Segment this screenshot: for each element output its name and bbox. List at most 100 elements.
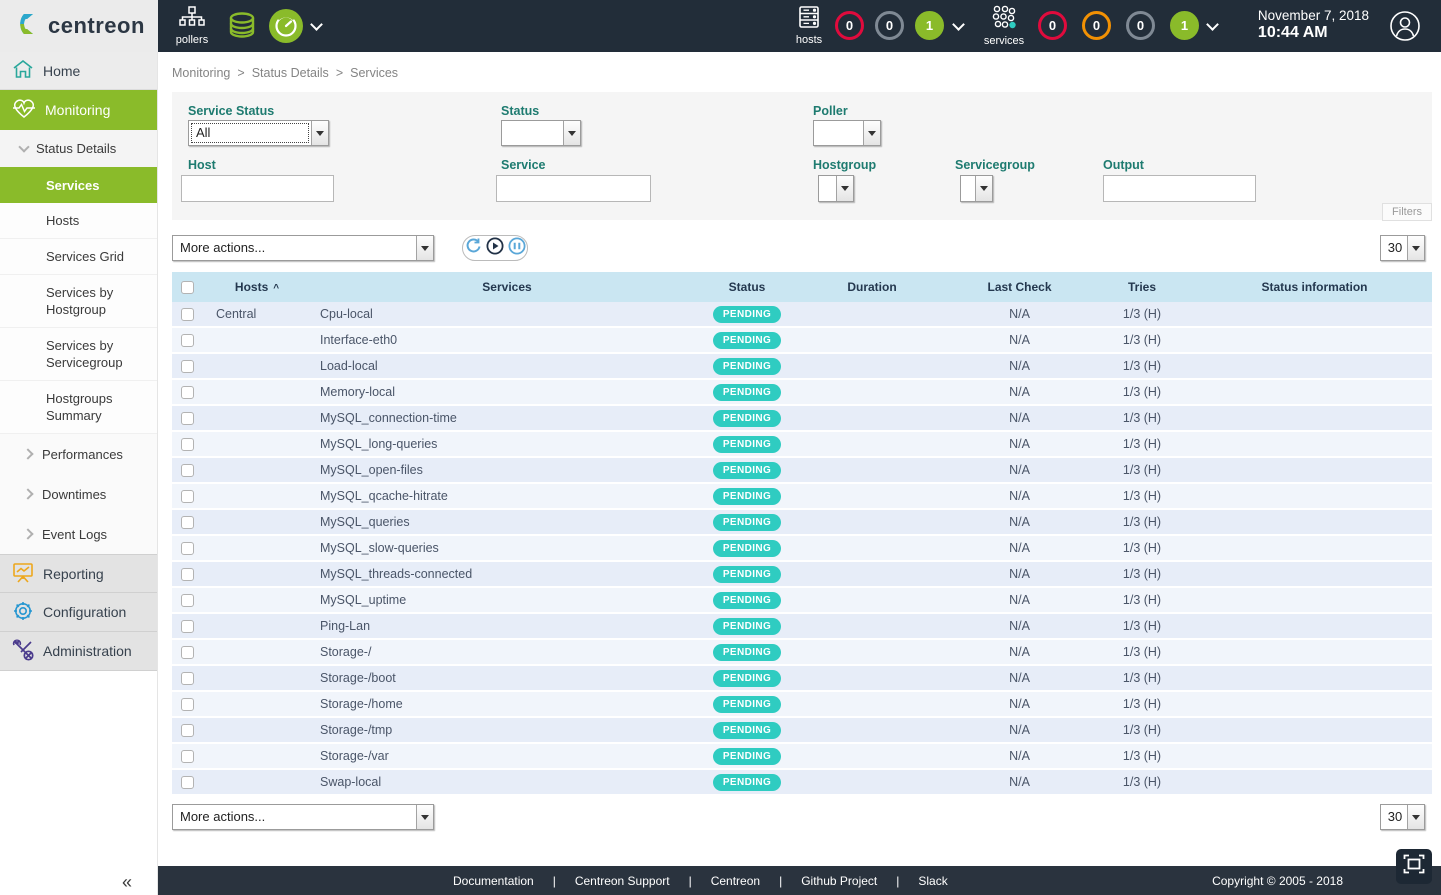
row-checkbox[interactable] [181, 646, 194, 659]
refresh-icon[interactable] [465, 237, 482, 259]
service-cell[interactable]: Load-local [312, 359, 702, 373]
poller-select[interactable] [813, 120, 881, 146]
footer-link[interactable]: Slack [918, 874, 947, 888]
sidebar-item-services[interactable]: Services [0, 167, 157, 203]
row-checkbox[interactable] [181, 490, 194, 503]
output-input[interactable] [1103, 175, 1256, 202]
breadcrumb-status-details[interactable]: Status Details [252, 66, 329, 80]
page-size-select-bottom[interactable]: 30 [1380, 804, 1425, 830]
play-icon[interactable] [486, 237, 504, 260]
host-input[interactable] [181, 175, 334, 202]
column-header-duration[interactable]: Duration [792, 280, 952, 294]
service-cell[interactable]: Storage-/home [312, 697, 702, 711]
row-checkbox[interactable] [181, 672, 194, 685]
row-checkbox[interactable] [181, 438, 194, 451]
service-cell[interactable]: Ping-Lan [312, 619, 702, 633]
service-cell[interactable]: MySQL_slow-queries [312, 541, 702, 555]
breadcrumb-monitoring[interactable]: Monitoring [172, 66, 230, 80]
column-header-status-information[interactable]: Status information [1197, 280, 1432, 294]
sidebar-item-performances[interactable]: Performances [0, 434, 157, 474]
sidebar-item-home[interactable]: Home [0, 52, 157, 90]
pause-icon[interactable] [508, 237, 526, 260]
row-checkbox[interactable] [181, 776, 194, 789]
footer-link[interactable]: Github Project [801, 874, 877, 888]
service-cell[interactable]: MySQL_qcache-hitrate [312, 489, 702, 503]
services-unknown-counter[interactable]: 0 [1126, 11, 1155, 40]
pollers-menu[interactable]: pollers [170, 0, 214, 52]
service-cell[interactable]: MySQL_open-files [312, 463, 702, 477]
poller-details-chevron-icon[interactable] [306, 0, 326, 52]
hosts-up-counter[interactable]: 1 [915, 11, 944, 40]
sidebar-item-reporting[interactable]: Reporting [0, 554, 157, 593]
row-checkbox[interactable] [181, 386, 194, 399]
service-cell[interactable]: Storage-/ [312, 645, 702, 659]
sidebar-item-services-grid[interactable]: Services Grid [0, 239, 157, 275]
row-checkbox[interactable] [181, 412, 194, 425]
sidebar-item-services-by-hostgroup[interactable]: Services by Hostgroup [0, 275, 157, 328]
service-cell[interactable]: Cpu-local [312, 307, 702, 321]
column-header-services[interactable]: Services [312, 280, 702, 294]
sidebar-item-hostgroups-summary[interactable]: Hostgroups Summary [0, 381, 157, 434]
service-cell[interactable]: Interface-eth0 [312, 333, 702, 347]
database-status-icon[interactable] [222, 0, 262, 52]
sidebar-item-monitoring[interactable]: Monitoring [0, 90, 157, 130]
service-status-select[interactable]: All [188, 120, 329, 146]
service-cell[interactable]: MySQL_uptime [312, 593, 702, 607]
row-checkbox[interactable] [181, 360, 194, 373]
services-ok-counter[interactable]: 1 [1170, 11, 1199, 40]
sidebar-item-status-details[interactable]: Status Details [0, 130, 157, 167]
more-actions-select-top[interactable]: More actions... [172, 235, 434, 261]
service-cell[interactable]: MySQL_connection-time [312, 411, 702, 425]
service-cell[interactable]: MySQL_long-queries [312, 437, 702, 451]
service-cell[interactable]: Storage-/boot [312, 671, 702, 685]
status-select[interactable] [501, 120, 581, 146]
host-cell[interactable]: Central [202, 307, 312, 321]
hosts-chevron-icon[interactable] [948, 0, 968, 52]
row-checkbox[interactable] [181, 308, 194, 321]
page-size-select-top[interactable]: 30 [1380, 235, 1425, 261]
servicegroup-select[interactable] [960, 175, 993, 202]
gauge-status-icon[interactable] [266, 0, 306, 52]
hostgroup-select[interactable] [818, 175, 854, 202]
footer-link[interactable]: Centreon [711, 874, 760, 888]
sidebar-item-administration[interactable]: Administration [0, 632, 157, 671]
row-checkbox[interactable] [181, 516, 194, 529]
select-all-checkbox[interactable] [181, 281, 194, 294]
sidebar-collapse-button[interactable]: « [122, 872, 132, 893]
footer-link[interactable]: Centreon Support [575, 874, 670, 888]
more-actions-select-bottom[interactable]: More actions... [172, 804, 434, 830]
sidebar-item-configuration[interactable]: Configuration [0, 593, 157, 632]
filters-button[interactable]: Filters [1382, 203, 1432, 221]
services-menu[interactable]: services [981, 0, 1027, 52]
service-cell[interactable]: Swap-local [312, 775, 702, 789]
fullscreen-button[interactable] [1396, 849, 1432, 884]
column-header-last-check[interactable]: Last Check [952, 280, 1087, 294]
row-checkbox[interactable] [181, 594, 194, 607]
service-cell[interactable]: MySQL_threads-connected [312, 567, 702, 581]
row-checkbox[interactable] [181, 464, 194, 477]
hosts-unreachable-counter[interactable]: 0 [875, 11, 904, 40]
service-cell[interactable]: Storage-/tmp [312, 723, 702, 737]
footer-link[interactable]: Documentation [453, 874, 534, 888]
services-chevron-icon[interactable] [1202, 0, 1222, 52]
row-checkbox[interactable] [181, 620, 194, 633]
sidebar-item-event-logs[interactable]: Event Logs [0, 514, 157, 554]
user-profile-icon[interactable] [1387, 0, 1423, 52]
sidebar-item-hosts[interactable]: Hosts [0, 203, 157, 239]
service-cell[interactable]: Memory-local [312, 385, 702, 399]
row-checkbox[interactable] [181, 568, 194, 581]
row-checkbox[interactable] [181, 542, 194, 555]
service-cell[interactable]: Storage-/var [312, 749, 702, 763]
row-checkbox[interactable] [181, 750, 194, 763]
service-cell[interactable]: MySQL_queries [312, 515, 702, 529]
row-checkbox[interactable] [181, 724, 194, 737]
centreon-logo[interactable]: centreon [0, 0, 158, 52]
sidebar-item-downtimes[interactable]: Downtimes [0, 474, 157, 514]
column-header-tries[interactable]: Tries [1087, 280, 1197, 294]
hosts-menu[interactable]: hosts [790, 0, 828, 52]
sidebar-item-services-by-servicegroup[interactable]: Services by Servicegroup [0, 328, 157, 381]
row-checkbox[interactable] [181, 334, 194, 347]
hosts-down-counter[interactable]: 0 [835, 11, 864, 40]
services-critical-counter[interactable]: 0 [1038, 11, 1067, 40]
column-header-hosts[interactable]: Hosts^ [202, 280, 312, 294]
